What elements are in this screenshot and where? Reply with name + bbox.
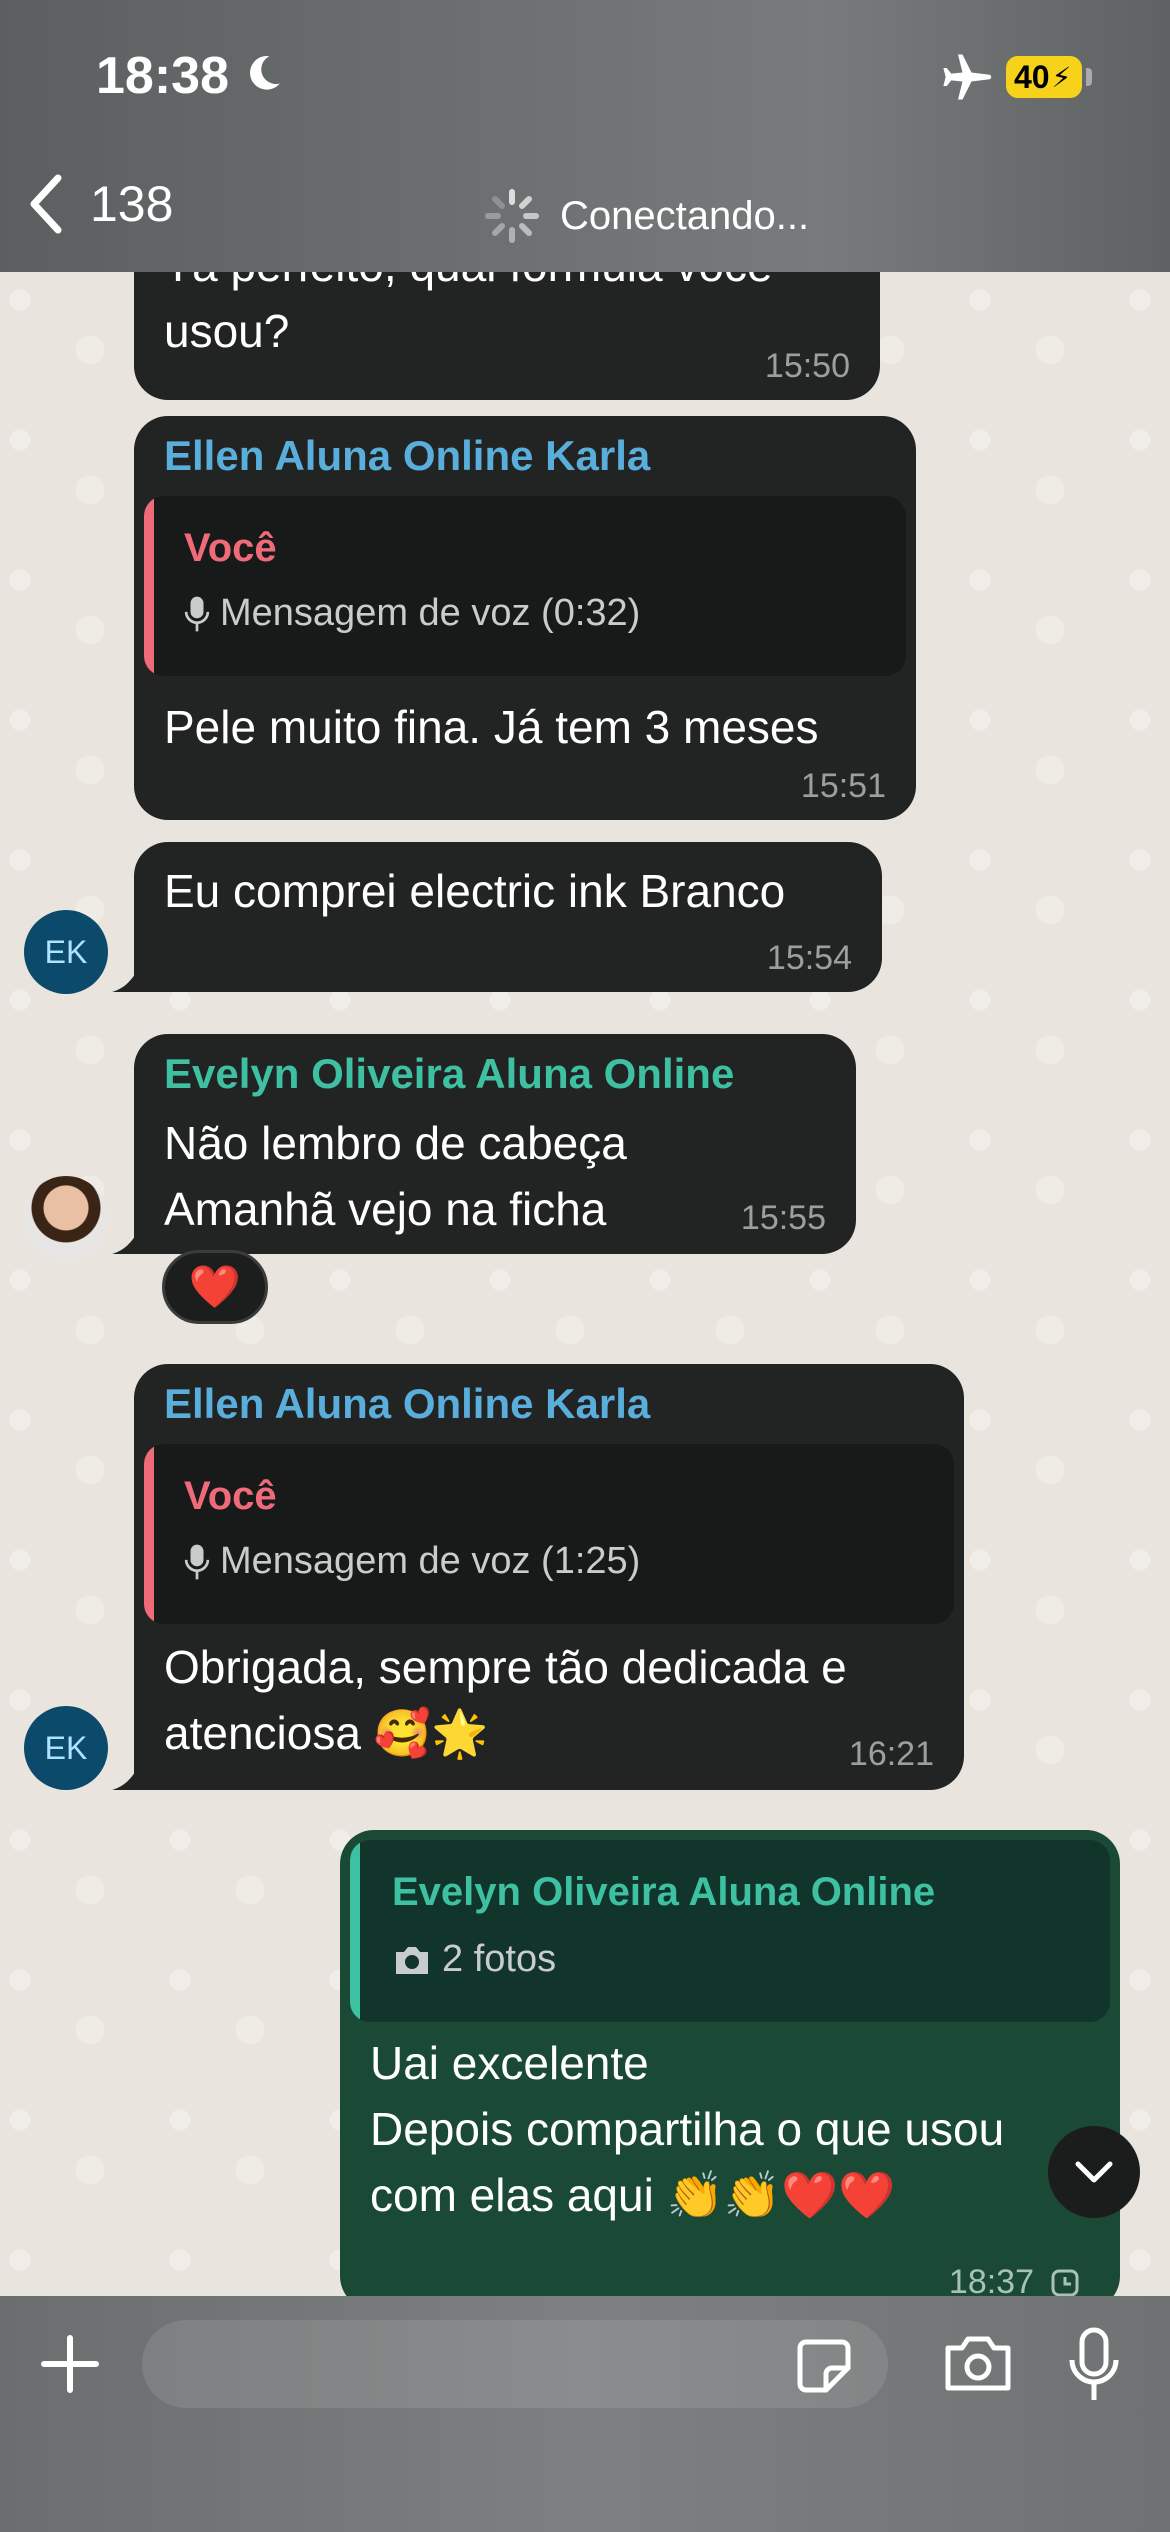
quote-text: 2 fotos <box>442 1938 557 1980</box>
chevron-down-icon <box>1075 2161 1113 2183</box>
quoted-message[interactable]: Evelyn Oliveira Aluna Online 2 fotos <box>350 1840 1110 2022</box>
message-text-line: Obrigada, sempre tão dedicada e <box>164 1641 847 1693</box>
microphone-icon[interactable] <box>1066 2326 1122 2404</box>
unread-count: 138 <box>90 176 174 232</box>
message-time: 15:50 <box>764 347 850 385</box>
camera-icon <box>396 1946 428 1974</box>
spinner-icon <box>485 189 539 243</box>
outgoing-message-bubble[interactable]: Evelyn Oliveira Aluna Online 2 fotos Uai… <box>340 1830 1120 2296</box>
charging-bolt-icon: ⚡ <box>1051 61 1072 93</box>
message-time: 15:51 <box>800 767 886 805</box>
back-button[interactable]: 138 <box>26 172 173 236</box>
message-list[interactable]: Tá perfeito, qual fórmula você usou? 15:… <box>0 272 1170 2296</box>
quote-accent-bar <box>144 1444 154 1624</box>
moon-icon <box>250 56 280 90</box>
message-time: 18:37 <box>949 2263 1080 2296</box>
sticker-icon[interactable] <box>796 2338 852 2394</box>
microphone-icon <box>184 1544 210 1579</box>
bubble-tail <box>112 962 142 992</box>
battery-level: 40 <box>1014 58 1050 95</box>
quote-text: Mensagem de voz (1:25) <box>220 1540 641 1582</box>
avatar-photo[interactable] <box>24 1176 108 1260</box>
sender-name: Ellen Aluna Online Karla <box>164 432 651 479</box>
avatar[interactable]: EK <box>24 1706 108 1790</box>
quote-content: Mensagem de voz (0:32) <box>184 592 640 635</box>
message-bubble[interactable]: Ellen Aluna Online Karla Você Mensagem d… <box>134 416 916 820</box>
message-text-line: atenciosa 🥰🌟 <box>164 1707 489 1759</box>
message-time: 15:54 <box>766 939 852 977</box>
quote-content: 2 fotos <box>392 1938 556 1981</box>
quote-author: Você <box>184 1474 277 1518</box>
status-time: 18:38 <box>96 47 229 105</box>
quote-accent-bar <box>350 1840 360 2022</box>
message-text: Pele muito fina. Já tem 3 meses <box>164 701 819 753</box>
message-input[interactable] <box>142 2320 888 2408</box>
plus-icon[interactable] <box>38 2332 102 2396</box>
battery-tip <box>1086 68 1092 86</box>
reaction-badge[interactable]: ❤️ <box>162 1250 268 1324</box>
microphone-icon <box>184 596 210 631</box>
quote-text: Mensagem de voz (0:32) <box>220 592 641 634</box>
composer-bar <box>0 2296 1170 2532</box>
message-time: 16:21 <box>848 1735 934 1773</box>
message-bubble[interactable]: Tá perfeito, qual fórmula você usou? 15:… <box>134 272 880 400</box>
message-text-line: Tá perfeito, qual fórmula você <box>164 272 773 298</box>
sender-name: Evelyn Oliveira Aluna Online <box>164 1050 735 1097</box>
airplane-icon <box>943 54 992 100</box>
connecting-text: Conectando... <box>560 193 810 238</box>
sender-name: Ellen Aluna Online Karla <box>164 1380 651 1427</box>
message-text-line: Não lembro de cabeça <box>164 1117 627 1169</box>
quote-content: Mensagem de voz (1:25) <box>184 1540 640 1583</box>
message-text-line: com elas aqui 👏👏❤️❤️ <box>370 2169 896 2221</box>
message-bubble[interactable]: Ellen Aluna Online Karla Você Mensagem d… <box>134 1364 964 1790</box>
quote-author: Evelyn Oliveira Aluna Online <box>392 1870 936 1914</box>
top-bar: 18:38 40 ⚡ 138 Conectando... <box>0 0 1170 272</box>
message-text: Eu comprei electric ink Branco <box>164 865 786 917</box>
message-time: 15:55 <box>740 1199 826 1237</box>
avatar[interactable]: EK <box>24 910 108 994</box>
message-text-line: Depois compartilha o que usou <box>370 2103 1005 2155</box>
message-text-line: Uai excelente <box>370 2037 649 2089</box>
message-text-line: Amanhã vejo na ficha <box>164 1183 607 1235</box>
battery-indicator: 40 ⚡ <box>1006 56 1082 98</box>
quote-accent-bar <box>144 496 154 676</box>
camera-icon[interactable] <box>942 2334 1014 2394</box>
bubble-tail <box>112 1760 142 1790</box>
message-time-text: 18:37 <box>948 2263 1034 2296</box>
message-text-line: usou? <box>164 305 290 357</box>
chevron-left-icon <box>30 174 62 234</box>
quoted-message[interactable]: Você Mensagem de voz (0:32) <box>144 496 906 676</box>
pending-clock-icon <box>1051 2269 1079 2296</box>
scroll-to-bottom-button[interactable] <box>1048 2126 1140 2218</box>
message-bubble[interactable]: Eu comprei electric ink Branco 15:54 <box>134 842 882 992</box>
connection-status: Conectando... <box>482 186 809 246</box>
bubble-tail <box>112 1224 142 1254</box>
quoted-message[interactable]: Você Mensagem de voz (1:25) <box>144 1444 954 1624</box>
message-bubble[interactable]: Evelyn Oliveira Aluna Online Não lembro … <box>134 1034 856 1254</box>
quote-author: Você <box>184 526 277 570</box>
